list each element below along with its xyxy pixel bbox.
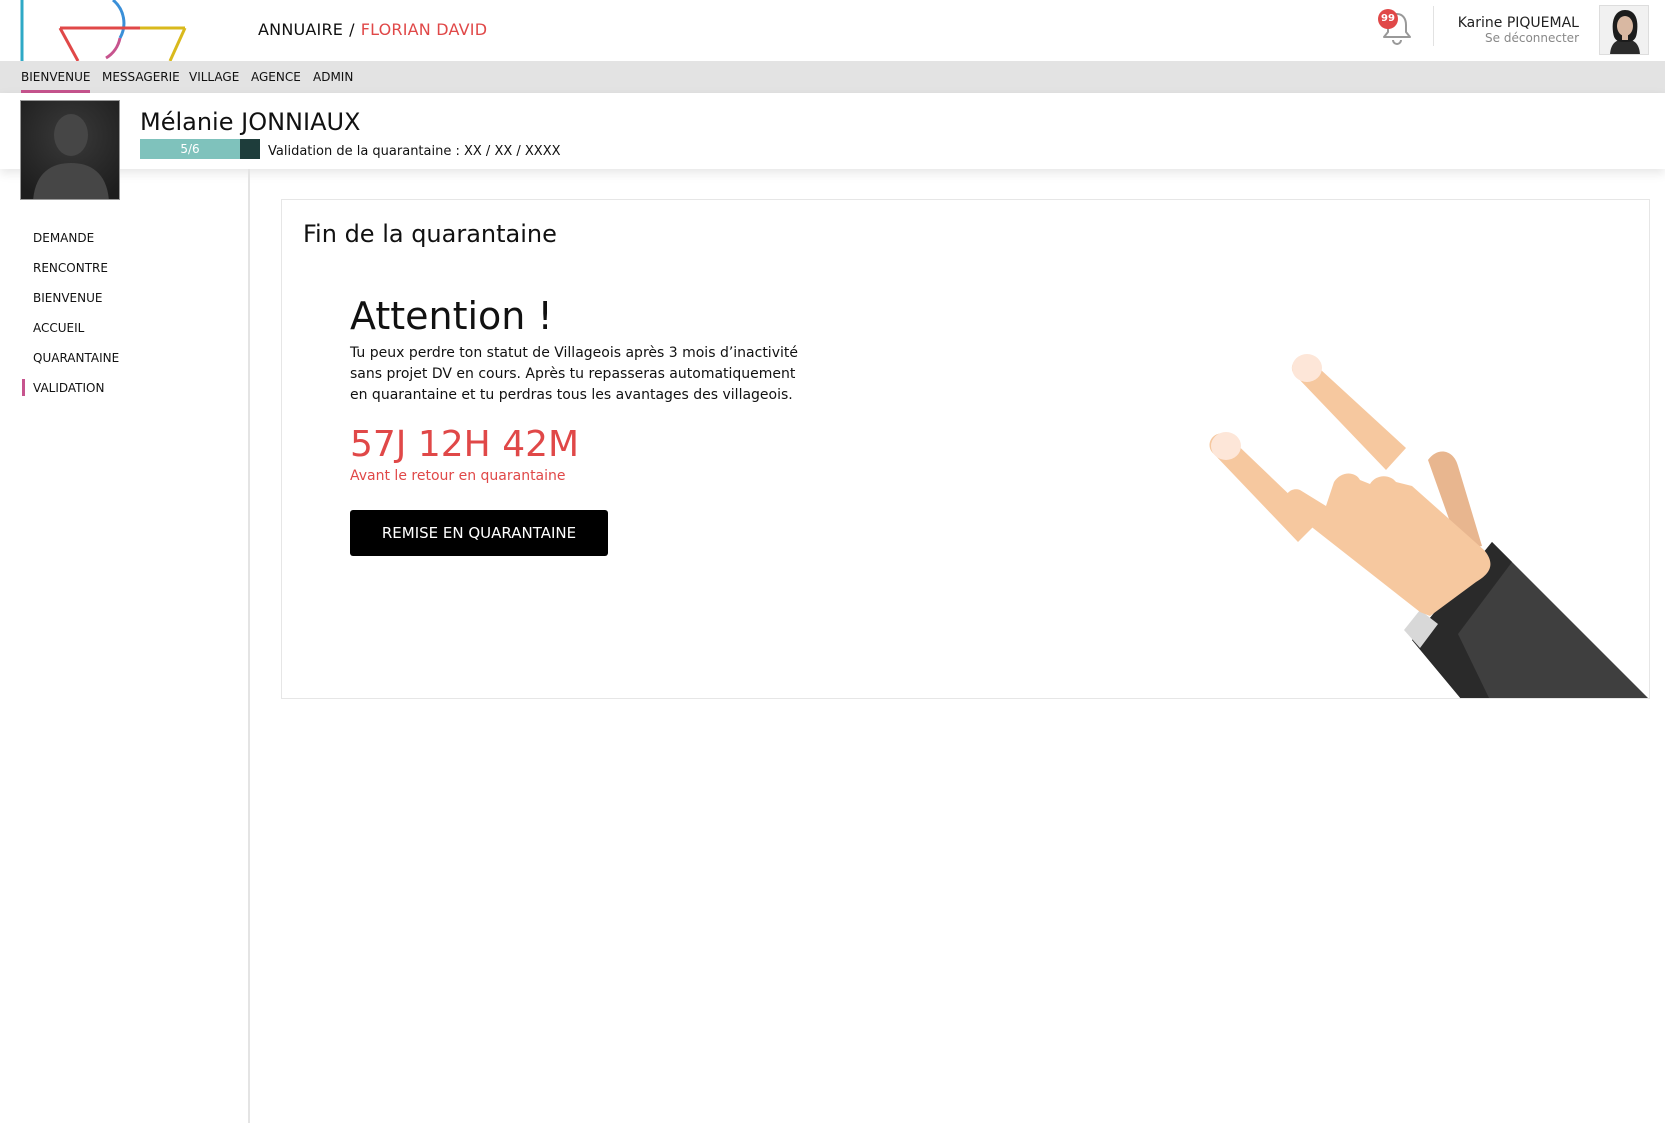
sidebar-divider <box>248 169 250 1123</box>
top-header: ANNUAIRE / FLORIAN DAVID 99 Karine PIQUEMA… <box>0 0 1665 61</box>
attention-heading: Attention ! <box>350 294 553 338</box>
validation-date: Validation de la quarantaine : XX / XX /… <box>268 144 561 159</box>
breadcrumb-current: FLORIAN DAVID <box>360 20 488 39</box>
user-avatar[interactable] <box>1599 5 1649 55</box>
sidebar-item-rencontre[interactable]: RENCONTRE <box>33 261 108 275</box>
sidebar-item-accueil[interactable]: ACCUEIL <box>33 321 84 335</box>
profile-photo <box>20 100 120 200</box>
countdown-timer: 57J 12H 42M <box>350 424 580 465</box>
header-divider <box>1433 6 1434 46</box>
nav-item-agence[interactable]: AGENCE <box>251 70 301 84</box>
breadcrumb-root[interactable]: ANNUAIRE <box>258 20 343 39</box>
sidebar-item-demande[interactable]: DEMANDE <box>33 231 94 245</box>
sidebar-item-bienvenue[interactable]: BIENVENUE <box>33 291 102 305</box>
warning-message: Tu peux perdre ton statut de Villageois … <box>350 345 798 403</box>
breadcrumb: ANNUAIRE / FLORIAN DAVID <box>258 20 487 39</box>
requarantine-button[interactable]: REMISE EN QUARANTAINE <box>350 510 608 556</box>
countdown-caption: Avant le retour en quarantaine <box>350 468 566 484</box>
nav-item-admin[interactable]: ADMIN <box>313 70 353 84</box>
nav-item-bienvenue[interactable]: BIENVENUE <box>21 70 91 93</box>
sidebar-item-validation[interactable]: VALIDATION <box>21 379 104 396</box>
nav-item-messagerie[interactable]: MESSAGERIE <box>102 70 180 84</box>
quarantine-progress-bar: 5/6 <box>140 139 260 159</box>
breadcrumb-separator: / <box>349 20 355 39</box>
logout-link[interactable]: Se déconnecter <box>1485 31 1579 45</box>
card-title: Fin de la quarantaine <box>303 220 557 248</box>
app-logo[interactable] <box>20 0 200 61</box>
profile-name: Mélanie JONNIAUX <box>140 108 361 136</box>
quarantine-end-card: Fin de la quarantaine Attention ! Tu peu… <box>281 199 1650 699</box>
main-nav: BIENVENUE MESSAGERIE VILLAGE AGENCE ADMI… <box>0 61 1665 93</box>
progress-label: 5/6 <box>180 142 200 156</box>
user-name: Karine PIQUEMAL <box>1457 15 1579 31</box>
notification-badge: 99 <box>1378 9 1398 29</box>
nav-item-village[interactable]: VILLAGE <box>189 70 239 84</box>
rock-hand-illustration <box>1120 310 1649 698</box>
sidebar-item-quarantaine[interactable]: QUARANTAINE <box>33 351 119 365</box>
